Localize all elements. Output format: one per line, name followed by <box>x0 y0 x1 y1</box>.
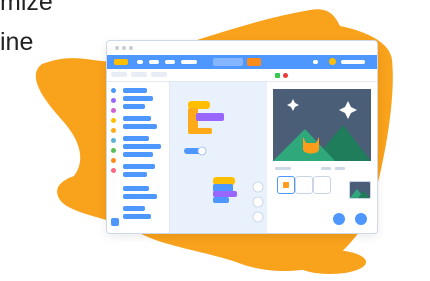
add-sprite-button[interactable] <box>333 213 345 225</box>
category-myblocks-icon[interactable] <box>111 168 116 173</box>
zoom-in-button[interactable] <box>252 181 264 193</box>
zoom-out-button[interactable] <box>252 196 264 208</box>
category-control-icon[interactable] <box>111 128 116 133</box>
looks-block[interactable] <box>213 191 237 197</box>
stage-canvas[interactable] <box>273 89 371 161</box>
sprite-tile[interactable] <box>295 176 313 194</box>
palette-block[interactable] <box>123 116 151 121</box>
event-hat-block[interactable] <box>188 101 210 109</box>
palette-block[interactable] <box>123 214 151 219</box>
sparkle-icon <box>339 101 357 119</box>
green-flag-icon[interactable] <box>275 73 280 78</box>
backdrop-mountain-icon <box>350 189 370 198</box>
sparkle-icon <box>287 99 299 111</box>
palette-block[interactable] <box>123 104 145 109</box>
tab-costumes[interactable] <box>131 72 147 77</box>
code-blocks-canvas <box>184 101 264 223</box>
sprite-x-field[interactable] <box>321 167 331 170</box>
category-looks-icon[interactable] <box>111 98 116 103</box>
category-operators-icon[interactable] <box>111 148 116 153</box>
sprite-name-field[interactable] <box>275 167 291 170</box>
sprite-tile[interactable] <box>313 176 331 194</box>
editor-window <box>106 40 378 234</box>
palette-block[interactable] <box>123 136 149 141</box>
sprite-tile-selected[interactable] <box>277 176 295 194</box>
menu-item[interactable] <box>165 60 175 64</box>
stop-icon[interactable] <box>283 73 288 78</box>
palette-block[interactable] <box>123 172 147 177</box>
backdrop-thumbnail[interactable] <box>349 181 371 199</box>
menu-item[interactable] <box>149 60 159 64</box>
menu-item[interactable] <box>181 60 197 64</box>
category-sound-icon[interactable] <box>111 108 116 113</box>
reporter-slot[interactable] <box>197 146 207 156</box>
category-variables-icon[interactable] <box>111 158 116 163</box>
account-menu[interactable] <box>341 60 365 64</box>
block-palette <box>107 82 170 233</box>
palette-block[interactable] <box>123 96 153 101</box>
tab-code[interactable] <box>111 72 127 77</box>
category-motion-icon[interactable] <box>111 88 116 93</box>
event-hat-block[interactable] <box>213 177 235 185</box>
splash-drop <box>294 250 366 274</box>
window-dot-icon[interactable] <box>115 46 119 50</box>
menu-bar <box>107 55 377 69</box>
palette-block[interactable] <box>123 186 149 191</box>
add-backdrop-button[interactable] <box>355 213 367 225</box>
palette-block[interactable] <box>123 144 161 149</box>
tab-sounds[interactable] <box>151 72 167 77</box>
avatar[interactable] <box>329 58 336 65</box>
motion-block[interactable] <box>213 184 233 192</box>
zoom-reset-button[interactable] <box>252 211 264 223</box>
cat-costume-icon <box>283 182 289 188</box>
palette-block[interactable] <box>123 152 153 157</box>
add-extension-button[interactable] <box>111 218 119 226</box>
control-block-end[interactable] <box>188 128 212 134</box>
menu-item[interactable] <box>137 60 143 64</box>
title-bar <box>107 41 377 55</box>
palette-block[interactable] <box>123 124 157 129</box>
script-area[interactable] <box>170 82 267 233</box>
motion-block[interactable] <box>213 197 229 203</box>
window-dot-icon[interactable] <box>122 46 126 50</box>
project-title-field[interactable] <box>213 58 243 66</box>
category-sensing-icon[interactable] <box>111 138 116 143</box>
window-dot-icon[interactable] <box>129 46 133 50</box>
logo-icon[interactable] <box>114 59 128 65</box>
tabs-bar <box>107 69 377 82</box>
palette-block[interactable] <box>123 164 155 169</box>
palette-block[interactable] <box>123 194 157 199</box>
palette-block[interactable] <box>123 206 145 211</box>
palette-block[interactable] <box>123 88 147 93</box>
sprite-info-bar <box>273 166 371 172</box>
sprite-y-field[interactable] <box>335 167 345 170</box>
stage-scene <box>273 99 371 161</box>
category-events-icon[interactable] <box>111 118 116 123</box>
looks-block[interactable] <box>196 113 224 121</box>
share-button[interactable] <box>247 58 261 66</box>
menu-item[interactable] <box>313 60 318 64</box>
